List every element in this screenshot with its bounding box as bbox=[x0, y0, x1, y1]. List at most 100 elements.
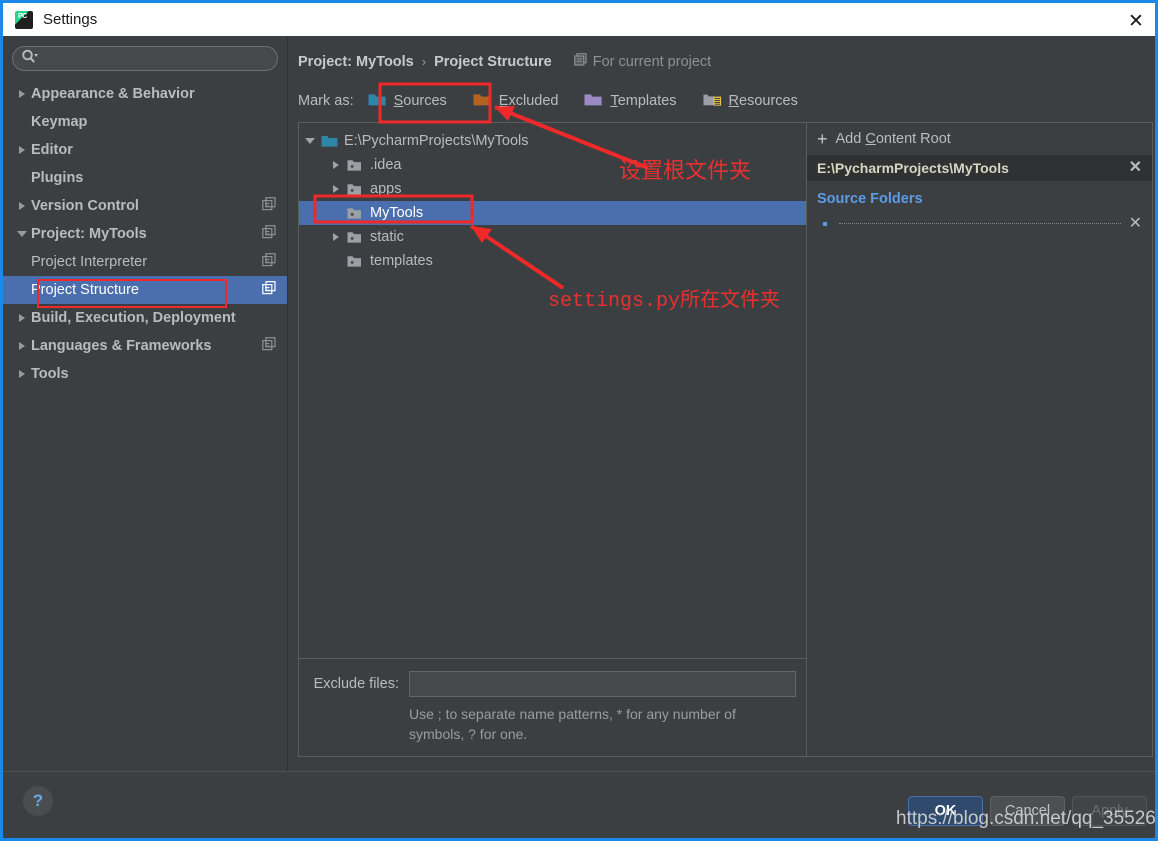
sidebar-item-label: Languages & Frameworks bbox=[31, 338, 212, 354]
sidebar-item-project-structure[interactable]: Project Structure bbox=[3, 276, 287, 304]
chevron-right-icon[interactable] bbox=[13, 146, 31, 154]
sidebar-item-label: Build, Execution, Deployment bbox=[31, 310, 236, 326]
mark-as-sources-rest: ources bbox=[403, 93, 447, 109]
chevron-right-icon[interactable] bbox=[325, 233, 347, 241]
content-root-tree: E:\PycharmProjects\MyTools .idea apps MyToo… bbox=[299, 123, 806, 658]
chevron-down-icon[interactable] bbox=[299, 138, 321, 144]
sidebar-item-appearance-behavior[interactable]: Appearance & Behavior bbox=[3, 80, 287, 108]
mark-as-templates-button[interactable]: Templates bbox=[584, 92, 677, 111]
folder-excluded-icon bbox=[473, 92, 492, 111]
mark-as-resources-rest: esources bbox=[739, 93, 798, 109]
chevron-right-icon[interactable] bbox=[13, 370, 31, 378]
file-tree-label: .idea bbox=[370, 157, 402, 173]
settings-category-tree: Appearance & Behavior Keymap Editor Plugins… bbox=[3, 80, 287, 388]
content-root-details-pane: + Add Content Root E:\PycharmProjects\My… bbox=[807, 123, 1152, 756]
mark-as-sources-button[interactable]: Sources bbox=[368, 92, 447, 111]
sidebar-item-languages-frameworks[interactable]: Languages & Frameworks bbox=[3, 332, 287, 360]
sidebar-item-tools[interactable]: Tools bbox=[3, 360, 287, 388]
breadcrumb-separator: › bbox=[421, 54, 427, 69]
sidebar-item-build-execution-deployment[interactable]: Build, Execution, Deployment bbox=[3, 304, 287, 332]
mark-as-templates-mnemonic: T bbox=[610, 93, 618, 109]
file-tree-row[interactable]: static bbox=[299, 225, 806, 249]
exclude-files-input[interactable] bbox=[409, 671, 796, 697]
folder-root-icon bbox=[321, 134, 338, 148]
apply-button: Apply bbox=[1072, 796, 1147, 826]
folder-icon bbox=[347, 254, 364, 268]
folder-sources-icon bbox=[368, 92, 387, 111]
sidebar-item-plugins[interactable]: Plugins bbox=[3, 164, 287, 192]
project-settings-icon bbox=[262, 337, 276, 355]
sidebar-item-label: Keymap bbox=[31, 114, 88, 130]
folder-icon bbox=[347, 182, 364, 196]
sidebar-item-keymap[interactable]: Keymap bbox=[3, 108, 287, 136]
sidebar-item-label: Project: MyTools bbox=[31, 226, 147, 242]
chevron-right-icon[interactable] bbox=[13, 202, 31, 210]
file-tree-row[interactable]: apps bbox=[299, 177, 806, 201]
source-folder-close-icon[interactable]: ✕ bbox=[1127, 216, 1144, 232]
cancel-button[interactable]: Cancel bbox=[990, 796, 1065, 826]
folder-icon bbox=[347, 158, 364, 172]
file-tree-row[interactable]: templates bbox=[299, 249, 806, 273]
sidebar-item-label: Appearance & Behavior bbox=[31, 86, 195, 102]
folder-resources-icon bbox=[703, 92, 722, 111]
mark-as-resources-label: Resources bbox=[729, 93, 798, 109]
breadcrumb-project[interactable]: Project: MyTools bbox=[298, 54, 414, 70]
window-title: Settings bbox=[43, 11, 98, 28]
sidebar-item-project-mytools[interactable]: Project: MyTools bbox=[3, 220, 287, 248]
sidebar-item-editor[interactable]: Editor bbox=[3, 136, 287, 164]
breadcrumb-scope-label: For current project bbox=[592, 53, 712, 70]
main-pane: Project: MyTools › Project Structure For… bbox=[288, 36, 1155, 771]
sidebar-item-label: Editor bbox=[31, 142, 73, 158]
source-folder-bullet-icon bbox=[823, 222, 827, 226]
chevron-right-icon[interactable] bbox=[13, 314, 31, 322]
chevron-right-icon[interactable] bbox=[13, 342, 31, 350]
file-tree-label: apps bbox=[370, 181, 402, 197]
title-bar: Settings ✕ bbox=[3, 0, 1155, 36]
search-box[interactable] bbox=[12, 46, 278, 71]
project-scope-icon bbox=[573, 53, 587, 70]
help-icon[interactable]: ? bbox=[23, 786, 53, 816]
sidebar-item-label: Project Interpreter bbox=[31, 254, 148, 270]
mark-as-resources-button[interactable]: Resources bbox=[703, 92, 798, 111]
sidebar-item-version-control[interactable]: Version Control bbox=[3, 192, 287, 220]
mark-as-excluded-button[interactable]: Excluded bbox=[473, 92, 559, 111]
mark-as-excluded-rest: xcluded bbox=[508, 93, 559, 109]
file-tree-row[interactable]: E:\PycharmProjects\MyTools bbox=[299, 129, 806, 153]
source-folder-dotted-leader bbox=[839, 222, 1121, 224]
file-tree-label: MyTools bbox=[370, 205, 424, 221]
search-input[interactable] bbox=[42, 50, 269, 67]
chevron-right-icon[interactable] bbox=[13, 90, 31, 98]
mark-as-label: Mark as: bbox=[298, 93, 354, 109]
search-icon bbox=[21, 49, 38, 69]
mark-as-excluded-label: Excluded bbox=[499, 93, 559, 109]
content-root-tree-pane: E:\PycharmProjects\MyTools .idea apps MyToo… bbox=[299, 123, 807, 756]
file-tree-row[interactable]: MyTools bbox=[299, 201, 806, 225]
exclude-files-label: Exclude files: bbox=[313, 676, 399, 692]
folder-icon bbox=[347, 206, 364, 220]
dialog-footer: ? OK Cancel Apply bbox=[3, 771, 1155, 838]
breadcrumb: Project: MyTools › Project Structure For… bbox=[298, 53, 711, 70]
mark-as-sources-mnemonic: S bbox=[393, 93, 404, 109]
add-content-root-button[interactable]: + Add Content Root bbox=[807, 123, 1152, 155]
project-settings-icon bbox=[262, 197, 276, 215]
sidebar-item-label: Tools bbox=[31, 366, 69, 382]
chevron-right-icon[interactable] bbox=[325, 161, 347, 169]
breadcrumb-page: Project Structure bbox=[434, 53, 552, 70]
mark-as-resources-mnemonic: R bbox=[728, 93, 740, 109]
chevron-right-icon[interactable] bbox=[325, 185, 347, 193]
close-icon[interactable]: ✕ bbox=[1119, 7, 1153, 35]
project-settings-icon bbox=[262, 225, 276, 243]
breadcrumb-scope-note: For current project bbox=[573, 53, 712, 70]
file-tree-row[interactable]: .idea bbox=[299, 153, 806, 177]
file-tree-label: templates bbox=[370, 253, 433, 269]
ok-button[interactable]: OK bbox=[908, 796, 983, 826]
content-root-close-icon[interactable]: ✕ bbox=[1127, 160, 1144, 176]
plus-icon: + bbox=[817, 129, 828, 149]
exclude-files-area: Exclude files: Use ; to separate name pa… bbox=[299, 658, 806, 756]
sidebar-item-project-interpreter[interactable]: Project Interpreter bbox=[3, 248, 287, 276]
source-folder-entry-row[interactable]: ✕ bbox=[807, 213, 1152, 235]
chevron-down-icon[interactable] bbox=[13, 231, 31, 237]
content-root-path: E:\PycharmProjects\MyTools bbox=[817, 160, 1009, 176]
pycharm-icon bbox=[15, 10, 33, 29]
project-settings-icon bbox=[262, 281, 276, 299]
